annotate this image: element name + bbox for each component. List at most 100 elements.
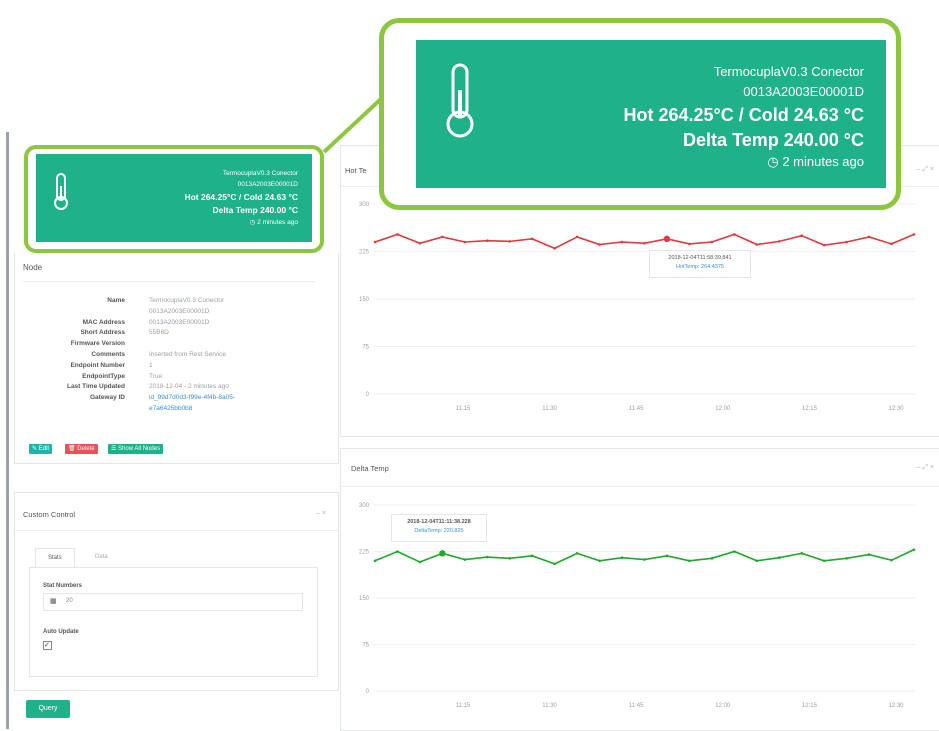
delta-temp-panel: Delta Temp – ⤢ × 300 225 150 75 0 11:15 11:30 1… (340, 448, 939, 731)
node-row-value[interactable]: id_99d7d0d3-f99e-4f4b-8a05- (149, 394, 235, 401)
data-point[interactable] (867, 553, 871, 556)
node-row-label: Gateway ID (89, 394, 125, 402)
data-point[interactable] (439, 550, 446, 557)
hot-tooltip-time: 2018-12-04T11:58:39.841 (668, 255, 732, 261)
data-point[interactable] (643, 241, 646, 245)
x-tick-label: 12:00 (715, 703, 731, 709)
y-tick-label: 300 (359, 202, 370, 208)
data-point[interactable] (396, 233, 399, 236)
node-row-label: Short Address (80, 329, 125, 337)
tab-stats[interactable]: Stats (35, 548, 75, 567)
data-point[interactable] (710, 557, 714, 560)
y-tick-label: 150 (359, 596, 370, 602)
edit-button[interactable]: ✎ Edit (29, 444, 53, 454)
zoom-time: ◷ 2 minutes ago (767, 154, 864, 170)
sensor-time: ◷ 2 minutes ago (250, 218, 298, 226)
data-point[interactable] (508, 557, 512, 560)
data-point[interactable] (845, 557, 848, 560)
show-all-nodes-button[interactable]: ☰ Show All Nodes (108, 444, 164, 454)
data-point[interactable] (553, 562, 556, 566)
data-point[interactable] (733, 550, 736, 553)
data-point[interactable] (575, 235, 579, 239)
data-point[interactable] (845, 240, 848, 244)
data-point[interactable] (890, 558, 893, 562)
data-point[interactable] (822, 559, 826, 563)
node-row-label: Endpoint Number (70, 361, 125, 369)
stat-numbers-value: 20 (66, 598, 73, 604)
x-tick-label: 11:30 (542, 406, 557, 412)
clock-icon: ◷ (767, 154, 783, 169)
node-row-label: Name (107, 297, 125, 304)
delta-tooltip-time: 2018-12-04T11:11:38.228 (407, 519, 471, 525)
data-point[interactable] (912, 548, 916, 551)
y-tick-label: 75 (362, 643, 369, 649)
x-tick-label: 12:15 (802, 406, 818, 412)
delta-panel-tools[interactable]: – ⤢ × (917, 464, 934, 472)
data-point[interactable] (530, 554, 534, 558)
hot-temp-chart: 300 225 150 75 0 11:15 11:30 11:45 12:00 12:15 12:… (359, 202, 916, 412)
data-point[interactable] (665, 554, 669, 558)
data-point[interactable] (800, 234, 804, 237)
custom-control-divider (15, 530, 338, 531)
node-row-value: 0013A2003E00001D (149, 318, 210, 326)
data-point[interactable] (575, 552, 579, 555)
data-point[interactable] (418, 560, 422, 564)
data-point[interactable] (688, 242, 691, 246)
hot-tooltip-value: HotTemp: 264.4375 (675, 264, 724, 270)
data-point[interactable] (620, 240, 624, 244)
data-point[interactable] (890, 242, 893, 246)
hot-panel-tools[interactable]: – ⤢ × (917, 166, 934, 174)
data-point[interactable] (688, 559, 691, 563)
data-point[interactable] (755, 559, 759, 563)
data-point[interactable] (643, 558, 646, 561)
data-point[interactable] (463, 240, 467, 244)
data-point[interactable] (822, 243, 826, 247)
data-point[interactable] (553, 247, 556, 250)
data-point[interactable] (508, 240, 512, 243)
data-point[interactable] (663, 235, 671, 243)
node-row-label: MAC Address (82, 318, 125, 326)
data-point[interactable] (777, 556, 781, 559)
node-row-label: Firmware Version (70, 340, 125, 348)
node-row-label: Last Time Updated (66, 383, 125, 391)
data-point[interactable] (777, 240, 781, 243)
node-row-value[interactable]: e7a6425bb0b8 (149, 405, 192, 412)
auto-update-checkbox[interactable]: ✓ (43, 641, 52, 650)
data-point[interactable] (485, 239, 489, 243)
data-point[interactable] (867, 235, 871, 239)
numbers-icon: ▦ (50, 598, 57, 605)
data-point[interactable] (912, 233, 916, 236)
data-point[interactable] (620, 556, 624, 559)
delete-button[interactable]: 🗑 Delete (65, 444, 98, 454)
data-point[interactable] (373, 559, 377, 563)
data-point[interactable] (530, 237, 534, 241)
data-point[interactable] (710, 240, 714, 244)
stat-numbers-input[interactable]: ▦ 20 (43, 593, 303, 611)
tab-data[interactable]: Data (95, 554, 108, 560)
node-row-label: Comments (91, 351, 125, 358)
query-button[interactable]: Query (26, 700, 70, 718)
thermometer-icon (54, 173, 68, 210)
sensor-time-text: 2 minutes ago (257, 219, 298, 226)
y-tick-label: 225 (359, 250, 370, 256)
data-point[interactable] (485, 555, 489, 559)
data-point[interactable] (373, 240, 377, 244)
x-tick-label: 12:30 (888, 406, 904, 412)
node-row-value: 1 (149, 361, 153, 369)
data-point[interactable] (800, 552, 804, 555)
node-row-value: 0013A2003E00001D (149, 307, 210, 315)
data-point[interactable] (441, 235, 444, 239)
data-point[interactable] (418, 241, 422, 245)
sensor-hot-cold: Hot 264.25°C / Cold 24.63 °C (184, 192, 298, 202)
x-tick-label: 11:45 (629, 703, 644, 709)
data-point[interactable] (598, 243, 601, 246)
data-point[interactable] (755, 243, 759, 246)
data-point[interactable] (396, 550, 399, 553)
zoom-delta: Delta Temp 240.00 °C (683, 130, 864, 150)
data-point[interactable] (733, 233, 736, 236)
data-point[interactable] (463, 558, 467, 561)
data-point[interactable] (598, 559, 601, 563)
node-panel: Node Name TermocuplaV0.3 Conector 0013A200… (14, 253, 339, 464)
panel-tools[interactable]: – × (316, 510, 326, 517)
hot-tooltip: 2018-12-04T11:58:39.841 HotTemp: 264.437… (649, 250, 751, 278)
